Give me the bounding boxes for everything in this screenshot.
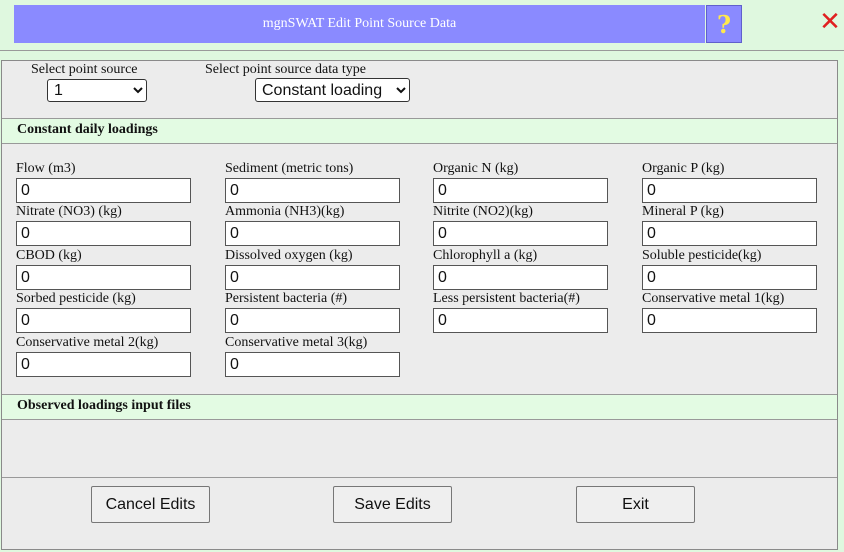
point-source-label: Select point source bbox=[31, 62, 138, 77]
field-less-persistent-bacteria: Less persistent bacteria(#) bbox=[433, 291, 608, 333]
sediment-input[interactable] bbox=[225, 178, 400, 203]
dissolved-oxygen-input[interactable] bbox=[225, 265, 400, 290]
field-label: Chlorophyll a (kg) bbox=[433, 248, 538, 263]
field-flow: Flow (m3) bbox=[16, 161, 191, 203]
field-conservative-metal-3: Conservative metal 3(kg) bbox=[225, 335, 400, 377]
field-conservative-metal-2: Conservative metal 2(kg) bbox=[16, 335, 191, 377]
conservative-metal-2-input[interactable] bbox=[16, 352, 191, 377]
ammonia-input[interactable] bbox=[225, 221, 400, 246]
nitrite-input[interactable] bbox=[433, 221, 608, 246]
field-label: Persistent bacteria (#) bbox=[225, 291, 348, 306]
field-sorbed-pesticide: Sorbed pesticide (kg) bbox=[16, 291, 191, 333]
organic-n-input[interactable] bbox=[433, 178, 608, 203]
field-label: Nitrite (NO2)(kg) bbox=[433, 204, 533, 219]
flow-input[interactable] bbox=[16, 178, 191, 203]
field-persistent-bacteria: Persistent bacteria (#) bbox=[225, 291, 400, 333]
field-label: Flow (m3) bbox=[16, 161, 76, 176]
field-mineral-p: Mineral P (kg) bbox=[642, 204, 817, 246]
soluble-pesticide-input[interactable] bbox=[642, 265, 817, 290]
data-type-select[interactable]: Constant loading bbox=[255, 78, 410, 102]
less-persistent-bacteria-input[interactable] bbox=[433, 308, 608, 333]
field-label: Conservative metal 2(kg) bbox=[16, 335, 159, 350]
save-edits-button[interactable]: Save Edits bbox=[333, 486, 452, 523]
edit-panel: Select point source 1 Select point sourc… bbox=[1, 60, 838, 550]
data-type-label: Select point source data type bbox=[205, 62, 366, 77]
section-title: Observed loadings input files bbox=[17, 398, 191, 413]
observed-loadings-header: Observed loadings input files bbox=[2, 394, 837, 420]
field-label: Dissolved oxygen (kg) bbox=[225, 248, 353, 263]
nitrate-input[interactable] bbox=[16, 221, 191, 246]
exit-button[interactable]: Exit bbox=[576, 486, 695, 523]
window-title: mgnSWAT Edit Point Source Data bbox=[14, 5, 705, 43]
point-source-select[interactable]: 1 bbox=[47, 79, 147, 102]
field-label: CBOD (kg) bbox=[16, 248, 82, 263]
field-label: Sediment (metric tons) bbox=[225, 161, 354, 176]
field-nitrate: Nitrate (NO3) (kg) bbox=[16, 204, 191, 246]
field-cbod: CBOD (kg) bbox=[16, 248, 191, 290]
constant-loadings-header: Constant daily loadings bbox=[2, 118, 837, 144]
field-label: Conservative metal 3(kg) bbox=[225, 335, 368, 350]
sorbed-pesticide-input[interactable] bbox=[16, 308, 191, 333]
divider bbox=[0, 50, 844, 51]
field-label: Conservative metal 1(kg) bbox=[642, 291, 785, 306]
field-label: Soluble pesticide(kg) bbox=[642, 248, 762, 263]
field-sediment: Sediment (metric tons) bbox=[225, 161, 400, 203]
help-icon[interactable]: ? bbox=[706, 5, 742, 43]
field-conservative-metal-1: Conservative metal 1(kg) bbox=[642, 291, 817, 333]
cbod-input[interactable] bbox=[16, 265, 191, 290]
cancel-edits-button[interactable]: Cancel Edits bbox=[91, 486, 210, 523]
field-dissolved-oxygen: Dissolved oxygen (kg) bbox=[225, 248, 400, 290]
field-label: Ammonia (NH3)(kg) bbox=[225, 204, 345, 219]
conservative-metal-3-input[interactable] bbox=[225, 352, 400, 377]
field-label: Organic P (kg) bbox=[642, 161, 725, 176]
field-label: Nitrate (NO3) (kg) bbox=[16, 204, 122, 219]
field-organic-p: Organic P (kg) bbox=[642, 161, 817, 203]
section-title: Constant daily loadings bbox=[17, 122, 158, 137]
field-label: Mineral P (kg) bbox=[642, 204, 724, 219]
persistent-bacteria-input[interactable] bbox=[225, 308, 400, 333]
field-nitrite: Nitrite (NO2)(kg) bbox=[433, 204, 608, 246]
divider bbox=[2, 477, 837, 478]
field-label: Organic N (kg) bbox=[433, 161, 519, 176]
close-icon[interactable]: ✕ bbox=[817, 5, 843, 39]
field-label: Sorbed pesticide (kg) bbox=[16, 291, 136, 306]
field-soluble-pesticide: Soluble pesticide(kg) bbox=[642, 248, 817, 290]
conservative-metal-1-input[interactable] bbox=[642, 308, 817, 333]
field-chlorophyll-a: Chlorophyll a (kg) bbox=[433, 248, 608, 290]
chlorophyll-a-input[interactable] bbox=[433, 265, 608, 290]
field-ammonia: Ammonia (NH3)(kg) bbox=[225, 204, 400, 246]
field-label: Less persistent bacteria(#) bbox=[433, 291, 580, 306]
field-organic-n: Organic N (kg) bbox=[433, 161, 608, 203]
organic-p-input[interactable] bbox=[642, 178, 817, 203]
mineral-p-input[interactable] bbox=[642, 221, 817, 246]
